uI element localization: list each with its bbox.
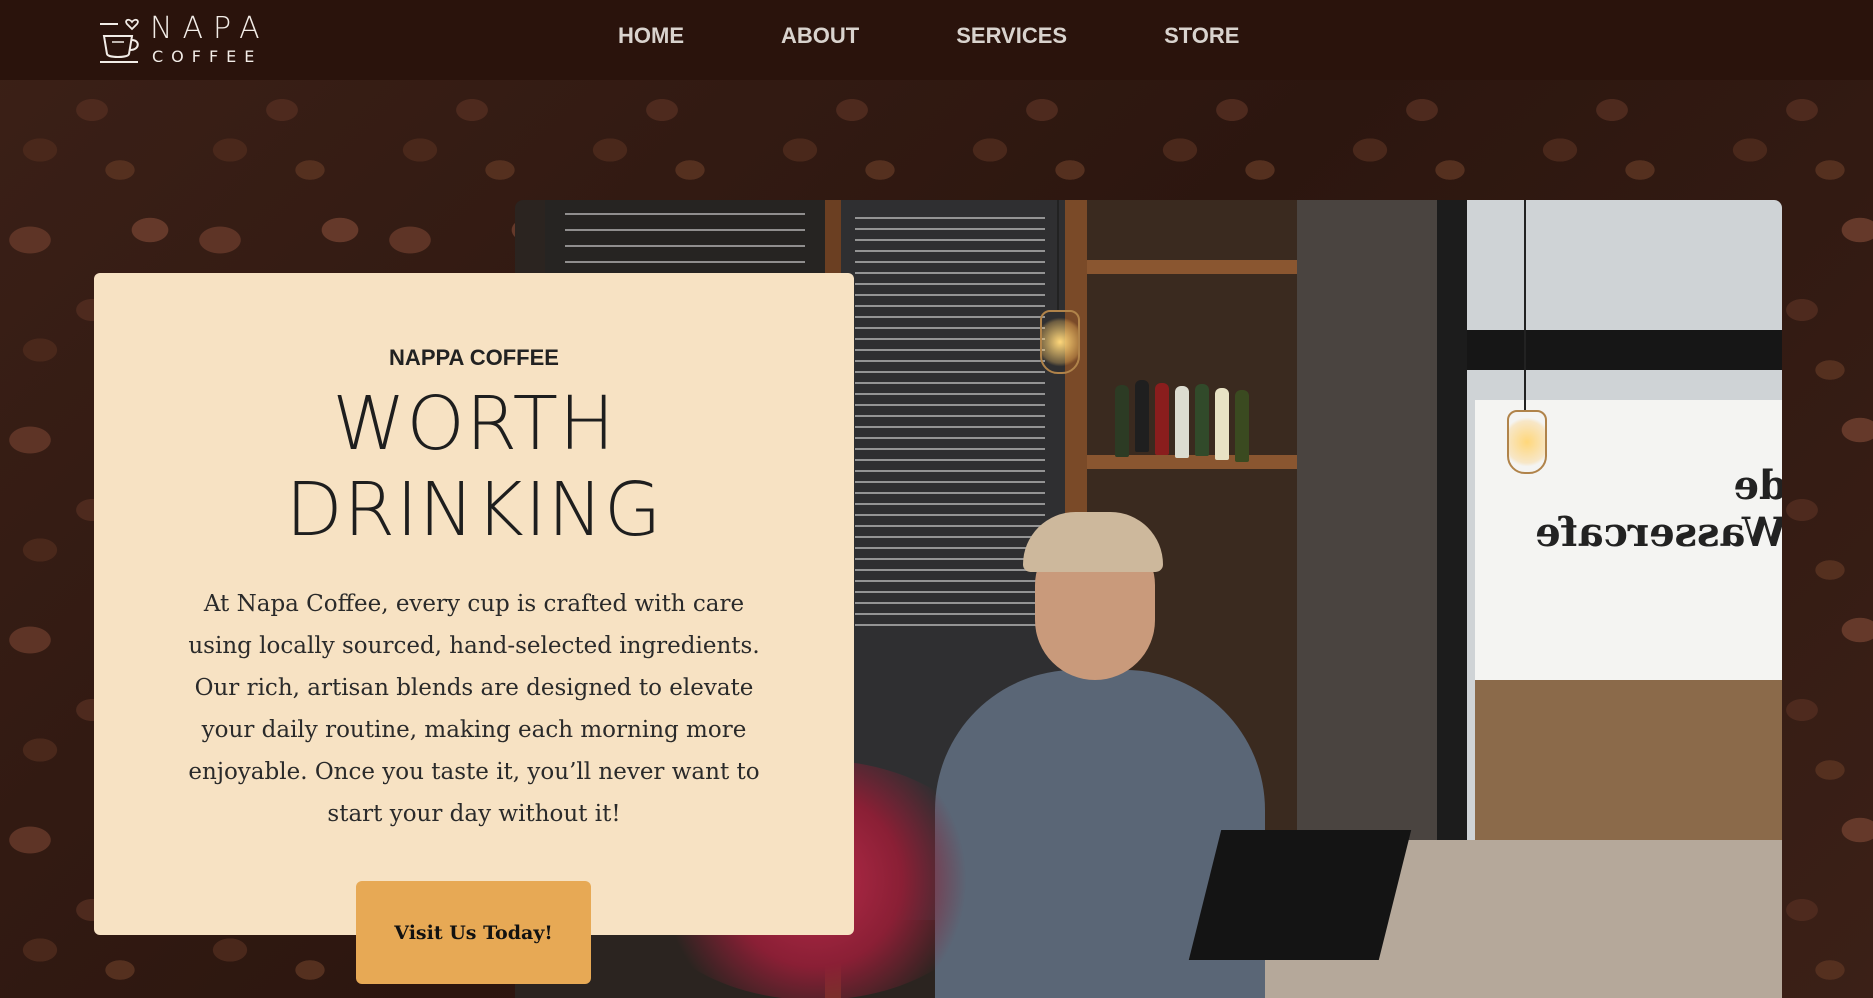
bottle [1175,386,1189,458]
pendant-lamp [1507,410,1547,474]
bottle [1135,380,1149,452]
page: de Wassercafe NAPA COFFEE HOME ABOUT SER… [0,0,1873,998]
main-nav: HOME ABOUT SERVICES STORE [618,0,1336,72]
hero-heading: WORTH DRINKING [94,381,854,553]
brand-subname: COFFEE [152,47,263,66]
nav-about[interactable]: ABOUT [781,23,859,49]
hero-heading-line2: DRINKING [285,467,663,553]
menu-board-text [565,205,805,275]
hero-card: NAPPA COFFEE WORTH DRINKING At Napa Coff… [94,273,854,935]
lamp-cord [1057,200,1059,310]
bottle [1115,385,1129,457]
pendant-lamp [1040,310,1080,374]
hero-eyebrow: NAPPA COFFEE [389,345,559,370]
shelf [1087,260,1297,274]
coffee-cup-heart-icon [100,18,139,63]
brand-name: NAPA [150,11,270,46]
shelf [1087,455,1297,469]
bottle [1155,383,1169,455]
menu-board-text [855,210,1045,630]
hero-description: At Napa Coffee, every cup is crafted wit… [188,591,760,827]
window-sign: de Wassercafe [1535,462,1782,556]
navbar: NAPA COFFEE HOME ABOUT SERVICES STORE [0,0,1873,80]
bottle [1215,388,1229,460]
bottle [1235,390,1249,462]
brand-logo[interactable]: NAPA COFFEE [98,12,260,68]
hero-heading-line1: WORTH [332,381,616,467]
bottle [1195,384,1209,456]
window-frame [1467,330,1782,370]
visit-us-button[interactable]: Visit Us Today! [356,881,591,984]
nav-store[interactable]: STORE [1164,23,1239,49]
register-monitor [1188,830,1412,960]
nav-services[interactable]: SERVICES [956,23,1067,49]
nav-home[interactable]: HOME [618,23,684,49]
lamp-cord [1524,200,1526,410]
